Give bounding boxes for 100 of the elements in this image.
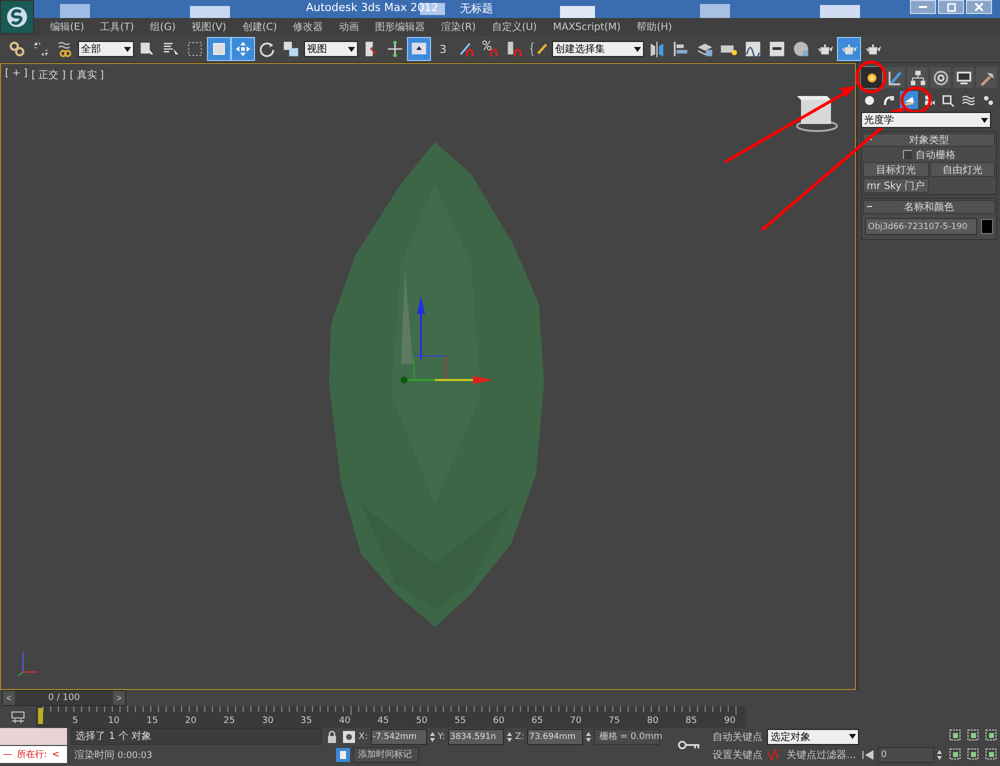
menu-item[interactable]: 视图(V)	[184, 20, 234, 34]
set-key-button[interactable]: 设置关键点	[710, 746, 764, 762]
add-time-tag[interactable]: 添加时间标记	[353, 746, 420, 762]
display-icon	[954, 68, 972, 86]
render-time: 渲染时间 0:00:03	[74, 748, 152, 762]
panel-tab[interactable]	[861, 67, 882, 88]
frame-number: 10	[107, 716, 120, 726]
named-icon	[530, 40, 548, 58]
frame-number: 65	[530, 716, 544, 726]
previous-frame-button[interactable]: <	[3, 691, 15, 705]
menu-item[interactable]: 修改器	[285, 20, 332, 34]
menu-item[interactable]: 动画	[331, 20, 368, 34]
spinner-icon[interactable]	[507, 730, 512, 742]
panel-tab[interactable]	[907, 67, 928, 88]
key-filters-button[interactable]: 关键点过滤器...	[784, 746, 858, 762]
light-type-button[interactable]: mr Sky 门户	[863, 178, 928, 193]
transform-mode-icon[interactable]	[342, 730, 356, 744]
maximize-button[interactable]	[938, 0, 964, 14]
frame-number: 70	[569, 716, 582, 726]
minimize-icon	[919, 6, 927, 8]
document-title: 无标题	[460, 1, 493, 16]
time-slider[interactable]: < 0 / 100 >	[2, 690, 126, 706]
menu-item[interactable]: 自定义(U)	[484, 20, 545, 34]
frame-field[interactable]: 0	[878, 746, 934, 762]
spinner-icon[interactable]	[586, 730, 592, 742]
frame-number: 50	[415, 716, 428, 726]
frame-number: 5	[71, 716, 80, 726]
panel-tab[interactable]	[930, 67, 951, 88]
mirror-icon	[648, 40, 666, 58]
bind-icon	[56, 40, 74, 58]
manipulate-icon	[386, 40, 404, 58]
caret-icon	[981, 118, 988, 122]
menu-item[interactable]: 渲染(R)	[433, 20, 484, 34]
menu-item[interactable]: 工具(T)	[92, 20, 142, 34]
spinner-icon[interactable]	[937, 748, 942, 760]
frame-number: 20	[184, 716, 198, 726]
frame-number: 55	[454, 716, 467, 726]
helpers-icon	[941, 92, 956, 108]
panel-tab[interactable]	[884, 67, 905, 88]
light-type-button[interactable]: 自由灯光	[930, 162, 995, 177]
crossing-icon	[210, 40, 228, 58]
color-swatch[interactable]	[981, 219, 993, 234]
viewport-label[interactable]: [ 真实 ]	[70, 68, 104, 82]
next-frame-button[interactable]: >	[113, 691, 125, 705]
panel-tab[interactable]	[953, 67, 974, 88]
timeline-track[interactable]: 5 10 15 20 25 30 35 40 45 50 55 60 65 70 75 80 85 90	[36, 706, 746, 728]
snap-toggle[interactable]: 3	[432, 42, 454, 56]
toolbar-button[interactable]	[408, 38, 430, 60]
x-coordinate-field[interactable]: -7.542mm	[370, 728, 427, 744]
name-field[interactable]: Obj3d66-723107-5-190	[865, 218, 977, 235]
time-tag-icon[interactable]	[336, 748, 350, 762]
dropdown[interactable]: 全部	[78, 41, 134, 57]
frame-number: 15	[146, 716, 159, 726]
sphere-icon	[792, 40, 810, 58]
menu-item[interactable]: 组(G)	[142, 20, 184, 34]
grid-readout: 栅格 = 0.0mm	[594, 728, 660, 744]
x-label: X:	[358, 732, 368, 742]
y-label: Y:	[438, 732, 446, 742]
key-mode-dropdown[interactable]: 选定对象	[767, 728, 860, 744]
annotation-circle	[856, 60, 886, 94]
rollout-header[interactable]: 对象类型	[863, 133, 995, 147]
align-icon	[672, 40, 690, 58]
move-icon	[234, 40, 252, 58]
checkbox-label: 自动栅格	[916, 148, 956, 162]
current-frame-marker[interactable]	[38, 708, 43, 724]
menu-item[interactable]: 图形编辑器	[367, 20, 434, 34]
frame-number: 45	[376, 716, 390, 726]
minimize-button[interactable]	[910, 0, 936, 14]
caret-icon	[634, 46, 641, 52]
script-listener-field[interactable]	[0, 728, 67, 745]
spinner-icon[interactable]	[430, 730, 435, 742]
angle-icon	[458, 40, 476, 58]
close-button[interactable]	[966, 0, 992, 14]
frame-number: 75	[608, 716, 621, 726]
menu-item[interactable]: MAXScript(M)	[544, 22, 629, 32]
status-prompt: 选择了 1 个 对象	[70, 728, 322, 745]
menu-item[interactable]: 编辑(E)	[42, 20, 92, 34]
viewport-label[interactable]: [ 正交 ]	[32, 68, 66, 82]
frame-number: 35	[300, 716, 313, 726]
caret-icon	[348, 46, 355, 52]
checkbox[interactable]	[902, 150, 912, 159]
dropdown[interactable]: 创建选择集	[552, 41, 644, 57]
curve-icon	[767, 748, 782, 762]
y-coordinate-field[interactable]: 3834.591n	[448, 728, 504, 744]
viewport-label[interactable]: [ + ]	[5, 68, 28, 82]
link-icon	[8, 40, 26, 58]
go-to-start-icon[interactable]	[861, 748, 875, 762]
light-type-button[interactable]: 目标灯光	[863, 162, 928, 177]
dropdown[interactable]: 视图	[304, 41, 358, 57]
type-dropdown[interactable]: 光度学	[861, 112, 991, 128]
menu-item[interactable]: 创建(C)	[234, 20, 286, 34]
app-logo-icon[interactable]	[0, 0, 34, 34]
curve-editor-icon[interactable]	[11, 710, 25, 724]
schematic-icon	[768, 40, 786, 58]
script-line-label: 所在行:	[17, 748, 48, 761]
menu-item[interactable]: 帮助(H)	[628, 20, 680, 34]
percent-icon	[482, 40, 500, 58]
rollout-header[interactable]: 名称和颜色	[863, 200, 995, 214]
key-icon[interactable]	[678, 738, 700, 752]
z-coordinate-field[interactable]: 73.694mm	[527, 728, 584, 744]
